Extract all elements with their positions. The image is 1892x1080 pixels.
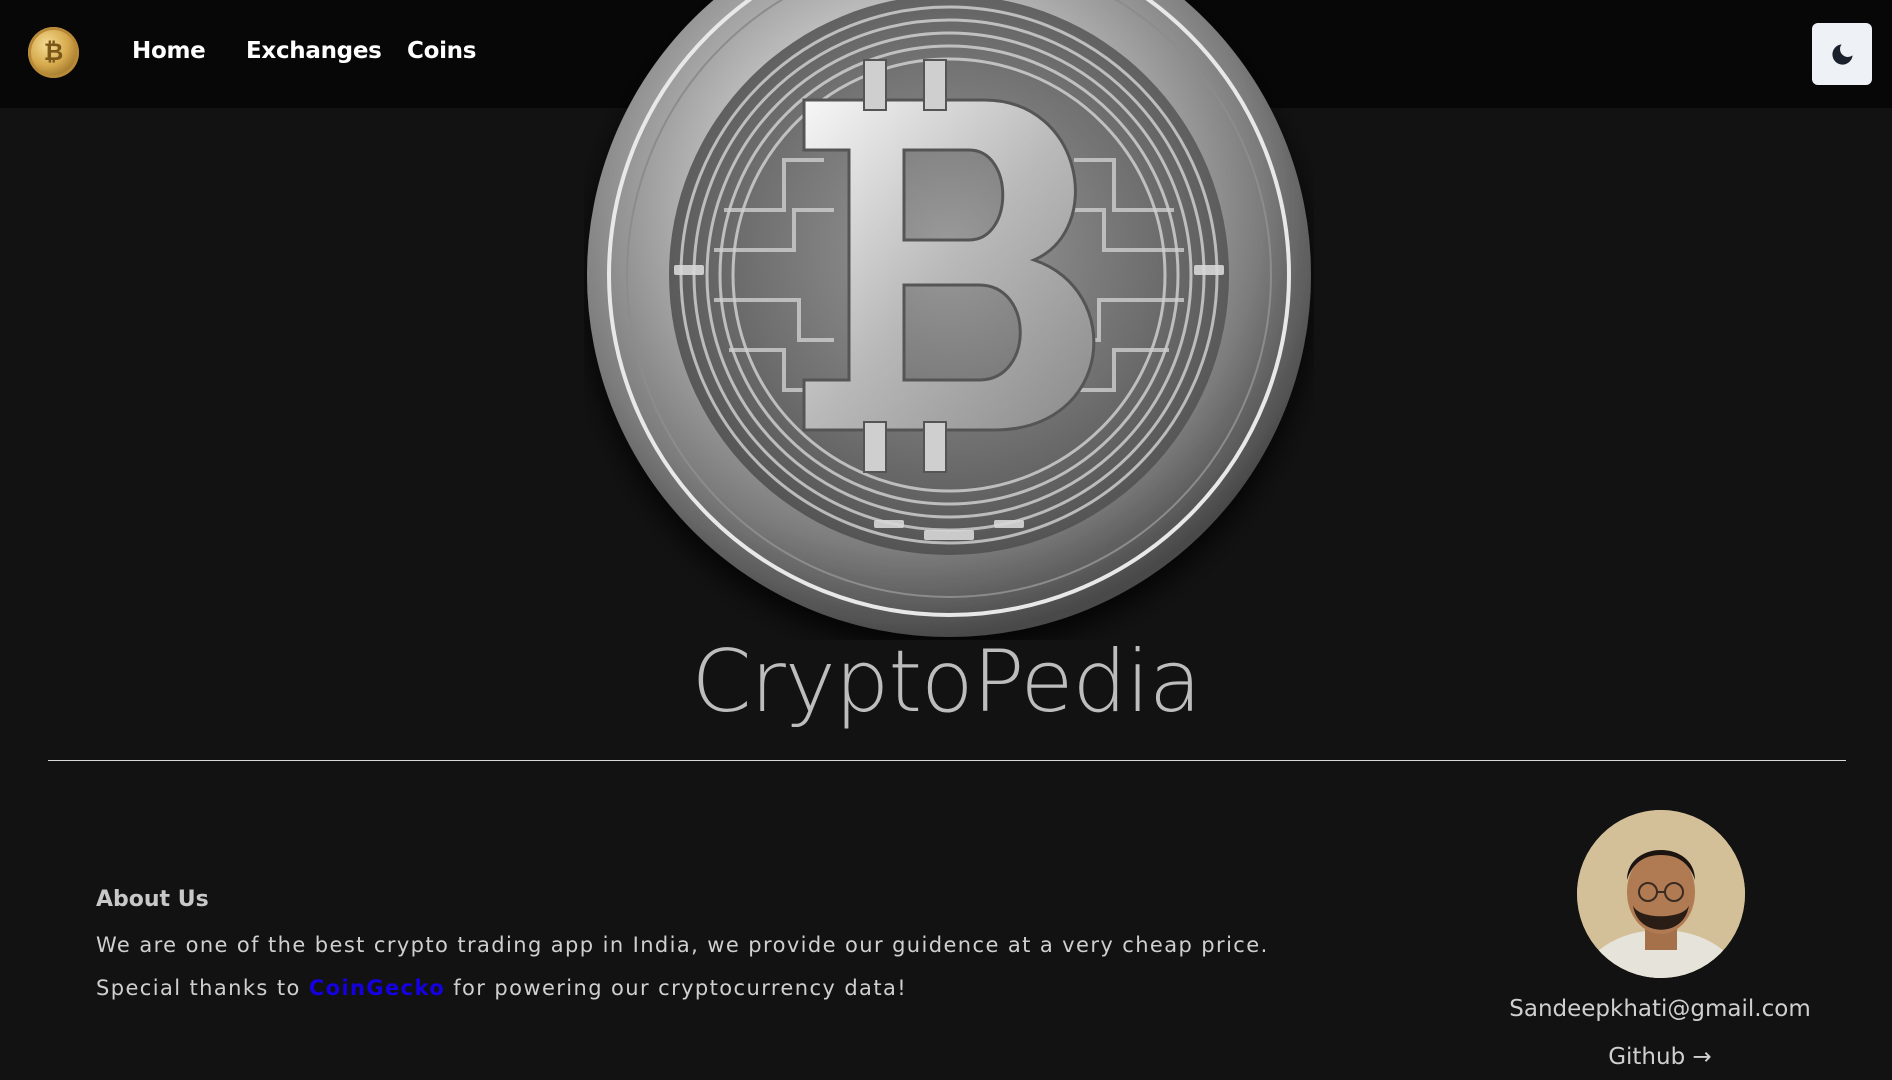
theme-toggle-button[interactable] bbox=[1812, 23, 1872, 85]
bitcoin-logo-icon[interactable]: ₿ bbox=[28, 27, 79, 78]
thanks-text: Special thanks to CoinGecko for powering… bbox=[96, 976, 907, 1000]
thanks-prefix: Special thanks to bbox=[96, 976, 301, 1000]
thanks-suffix: for powering our cryptocurrency data! bbox=[453, 976, 908, 1000]
nav-link-coins[interactable]: Coins bbox=[407, 38, 476, 64]
avatar bbox=[1577, 810, 1745, 978]
github-link[interactable]: Github → bbox=[1440, 1044, 1880, 1070]
moon-icon bbox=[1832, 44, 1853, 65]
brand-title: CryptoPedia bbox=[691, 632, 1201, 732]
nav-link-exchanges[interactable]: Exchanges bbox=[246, 38, 382, 64]
about-heading: About Us bbox=[96, 887, 209, 912]
about-text: We are one of the best crypto trading ap… bbox=[96, 933, 1269, 957]
nav-link-home[interactable]: Home bbox=[132, 38, 206, 64]
bitcoin-coin-image bbox=[584, 0, 1314, 640]
contact-email[interactable]: Sandeepkhati@gmail.com bbox=[1440, 996, 1880, 1022]
hero-section: CryptoPedia bbox=[0, 0, 1892, 760]
section-divider bbox=[48, 760, 1846, 761]
coingecko-link[interactable]: CoinGecko bbox=[309, 976, 445, 1000]
